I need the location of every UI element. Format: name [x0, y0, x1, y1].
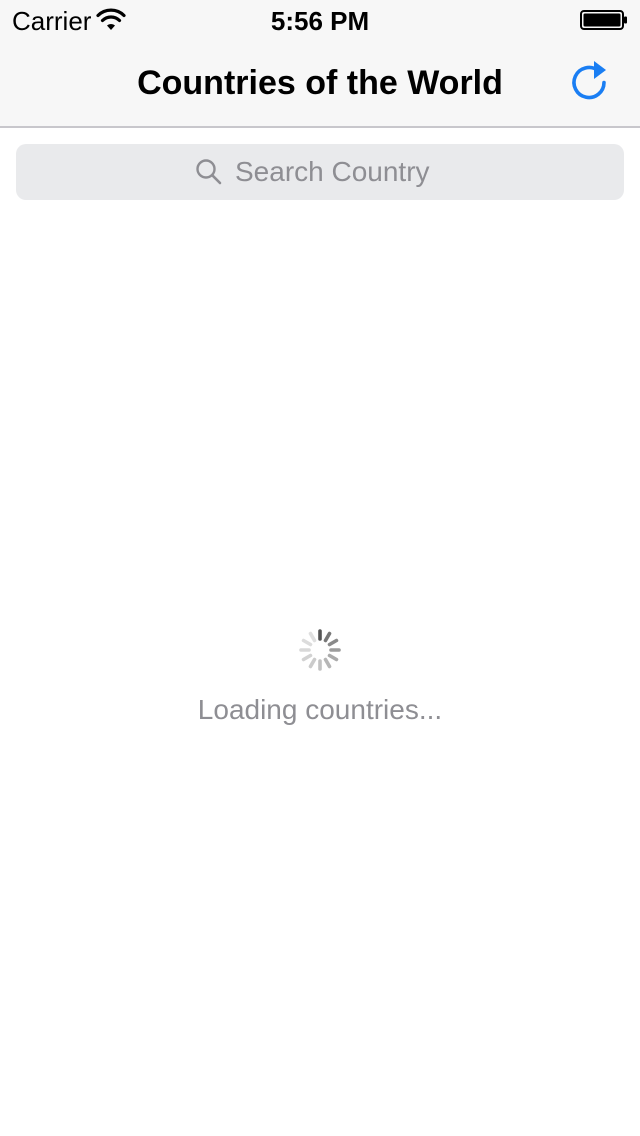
- battery-full-icon: [580, 10, 627, 30]
- navigation-bar: Countries of the World: [0, 40, 640, 128]
- activity-spinner-icon: [299, 629, 341, 671]
- app-screen: Carrier 5:56 PM Countries of the World S…: [0, 0, 640, 1136]
- status-bar: Carrier 5:56 PM: [0, 0, 640, 40]
- page-title: Countries of the World: [137, 64, 503, 102]
- search-icon: [196, 159, 222, 185]
- top-bar: Carrier 5:56 PM Countries of the World: [0, 0, 640, 128]
- refresh-icon[interactable]: [568, 58, 612, 106]
- loading-indicator: Loading countries...: [0, 628, 640, 726]
- search-bar[interactable]: [16, 144, 624, 200]
- status-time: 5:56 PM: [270, 6, 370, 36]
- search-bar-content: [16, 144, 624, 200]
- search-input[interactable]: [235, 156, 445, 188]
- loading-message: Loading countries...: [197, 694, 443, 725]
